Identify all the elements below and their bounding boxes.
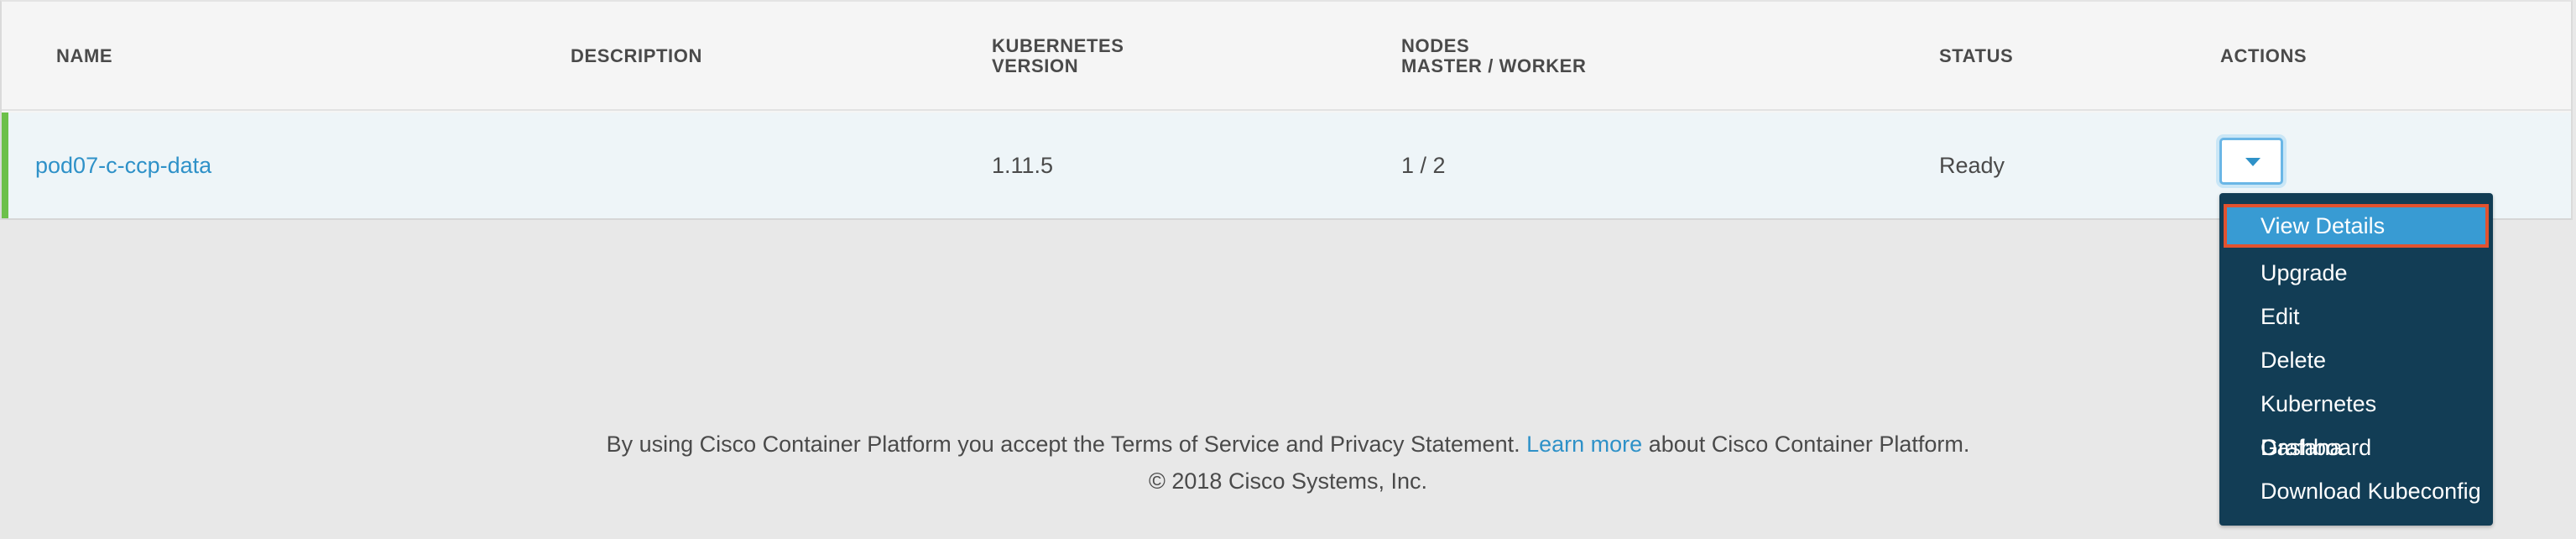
caret-down-icon [2245, 158, 2261, 166]
status-value: Ready [1939, 153, 2005, 178]
kubernetes-version-value: 1.11.5 [992, 153, 1054, 178]
column-header-status[interactable]: STATUS [1939, 46, 2013, 66]
menu-item-kubernetes-dashboard[interactable]: Kubernetes Dashboard [2219, 382, 2493, 460]
column-header-nodes[interactable]: NODES MASTER / WORKER [1401, 36, 1586, 76]
learn-more-link[interactable]: Learn more [1526, 432, 1642, 457]
menu-item-delete[interactable]: Delete [2219, 338, 2493, 382]
column-header-name[interactable]: NAME [56, 46, 112, 66]
menu-item-upgrade[interactable]: Upgrade [2219, 251, 2493, 295]
menu-item-edit[interactable]: Edit [2219, 295, 2493, 338]
actions-dropdown-button[interactable] [2219, 138, 2283, 185]
table-header: NAME DESCRIPTION KUBERNETES VERSION NODE… [2, 2, 2571, 111]
row-status-indicator [2, 113, 8, 218]
nodes-value: 1 / 2 [1401, 153, 1446, 178]
cluster-name-link[interactable]: pod07-c-ccp-data [35, 153, 211, 178]
column-header-description[interactable]: DESCRIPTION [571, 46, 702, 66]
menu-item-view-details[interactable]: View Details [2224, 204, 2489, 248]
copyright-text: © 2018 Cisco Systems, Inc. [1148, 468, 1427, 494]
table-row[interactable]: pod07-c-ccp-data 1.11.5 1 / 2 Ready [2, 113, 2571, 220]
footer-terms-text: By using Cisco Container Platform you ac… [606, 432, 1970, 457]
column-header-kubernetes-version[interactable]: KUBERNETES VERSION [992, 36, 1124, 76]
column-header-actions: ACTIONS [2220, 45, 2307, 66]
clusters-table: NAME DESCRIPTION KUBERNETES VERSION NODE… [0, 0, 2573, 220]
